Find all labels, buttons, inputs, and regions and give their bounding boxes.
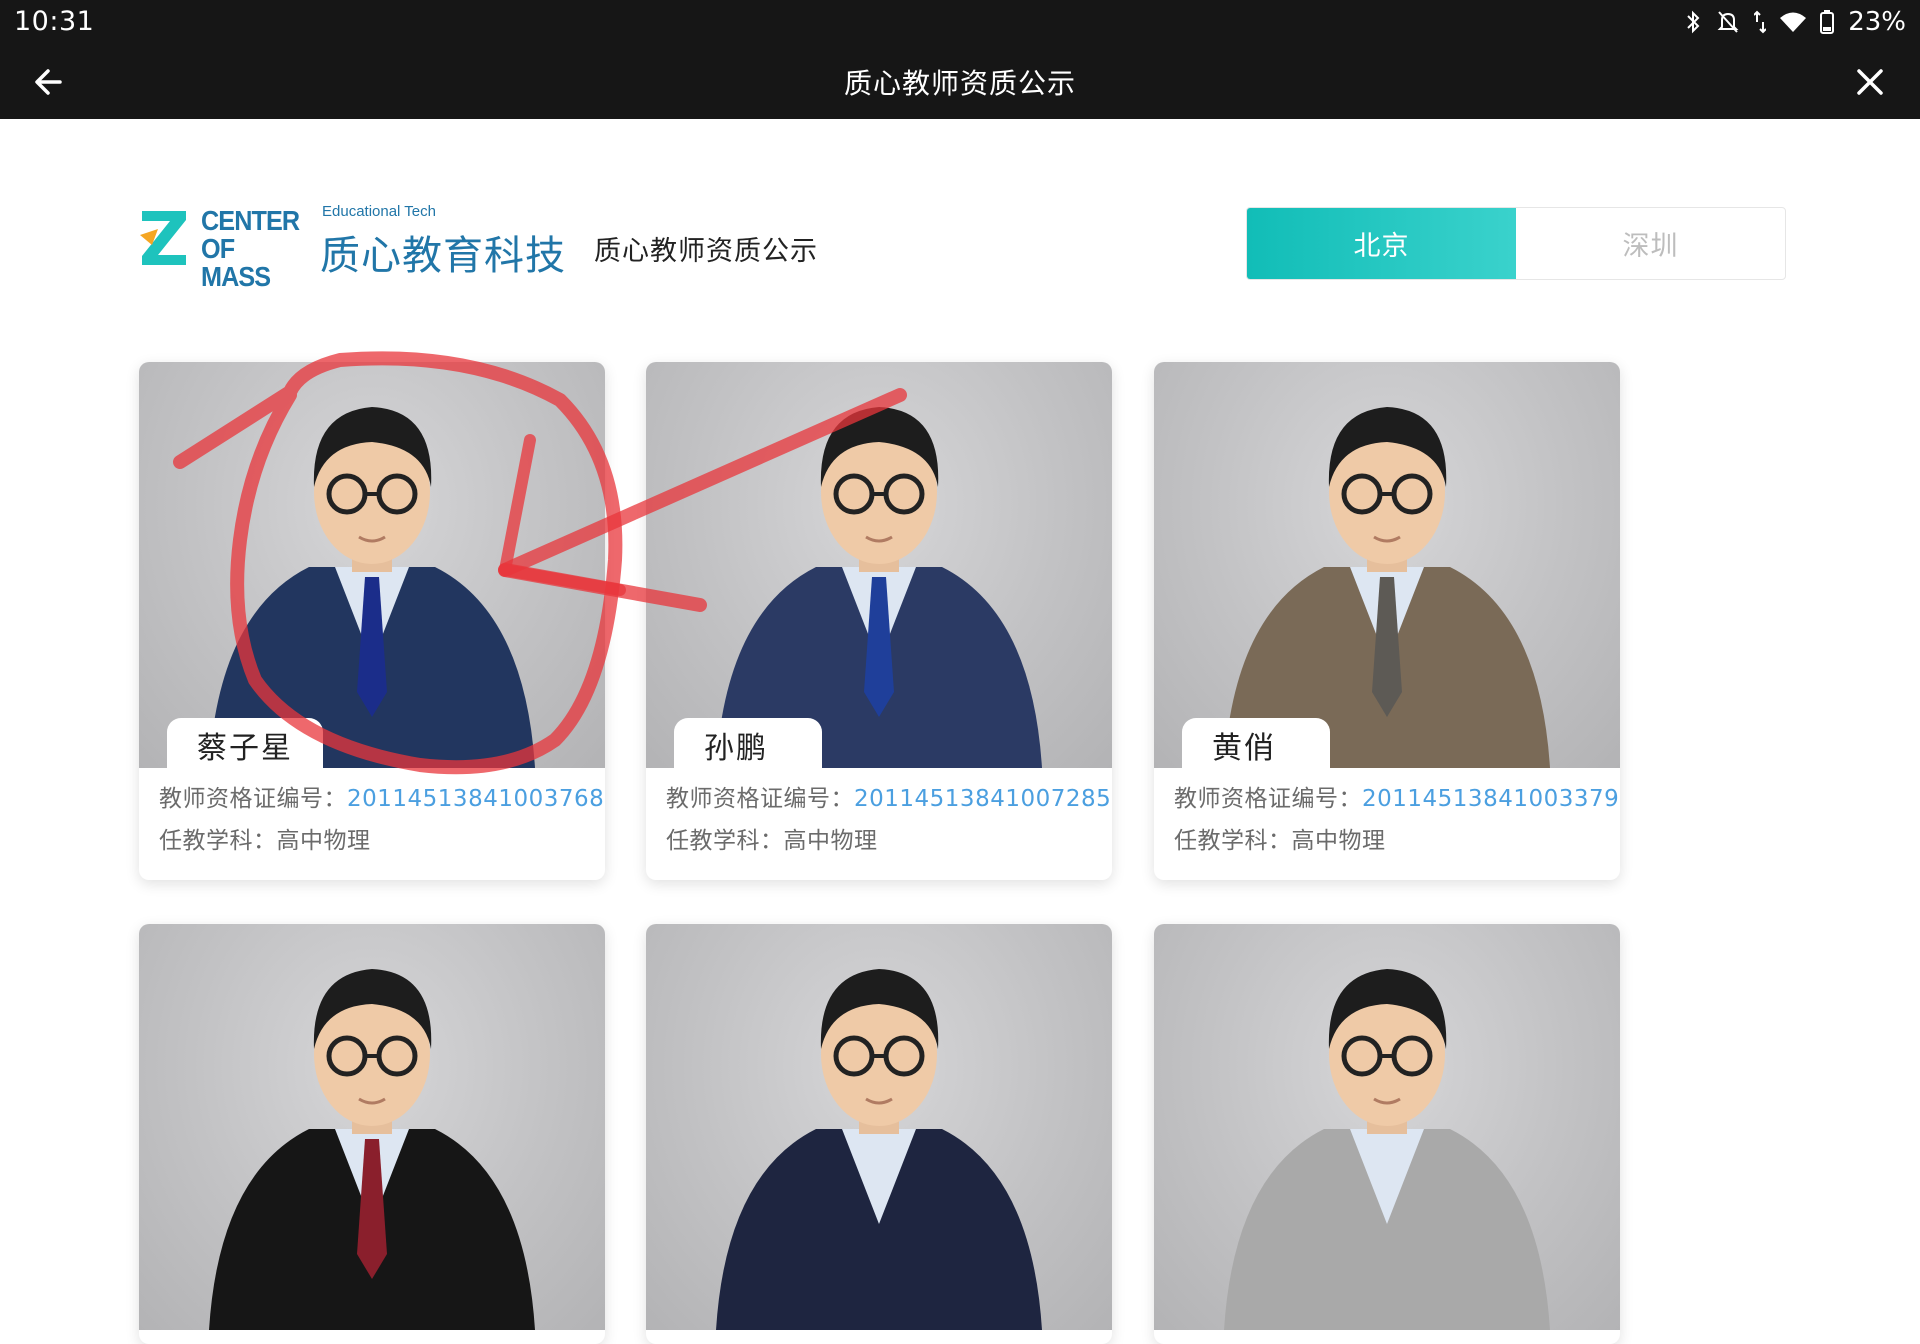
subject-value: 高中物理 <box>276 828 371 854</box>
cert-label: 教师资格证编号： <box>1174 786 1362 812</box>
teacher-photo <box>139 362 605 768</box>
subject-label: 任教学科： <box>1174 828 1292 854</box>
teacher-card[interactable] <box>1154 924 1620 1344</box>
portrait-illustration <box>209 407 535 768</box>
subject-line: 任教学科：高中物理 <box>159 820 595 862</box>
notifications-off-icon <box>1717 11 1739 33</box>
cert-label: 教师资格证编号： <box>666 786 854 812</box>
portrait-illustration <box>716 407 1042 768</box>
teacher-photo <box>1154 924 1620 1330</box>
teacher-card[interactable]: 黄俏 教师资格证编号：20114513841003379 任教学科：高中物理 <box>1154 362 1620 880</box>
teacher-name: 黄俏 <box>1182 718 1330 774</box>
subject-value: 高中物理 <box>1291 828 1386 854</box>
teacher-info: 教师资格证编号：20114513841003768 任教学科：高中物理 <box>159 778 604 862</box>
teacher-card[interactable] <box>646 924 1112 1344</box>
teacher-card[interactable]: 孙鹏 教师资格证编号：20114513841007285 任教学科：高中物理 <box>646 362 1112 880</box>
subject-label: 任教学科： <box>159 828 277 854</box>
teacher-photo <box>646 362 1112 768</box>
teacher-card[interactable]: 蔡子星 教师资格证编号：20114513841003768 任教学科：高中物理 <box>139 362 605 880</box>
subject-label: 任教学科： <box>666 828 784 854</box>
teacher-card[interactable] <box>139 924 605 1344</box>
teacher-info: 教师资格证编号：20114513841007285 任教学科：高中物理 <box>666 778 1111 862</box>
teacher-name: 蔡子星 <box>167 718 323 774</box>
status-time: 10:31 <box>14 6 95 37</box>
tab-shenzhen[interactable]: 深圳 <box>1516 208 1785 279</box>
status-icons: 23% <box>1684 6 1906 38</box>
portrait-illustration <box>1224 969 1550 1330</box>
data-arrows-icon <box>1754 10 1767 34</box>
logo-english-name: CENTER OF MASS <box>201 205 300 292</box>
close-icon[interactable] <box>1850 62 1890 102</box>
portrait-illustration <box>209 969 535 1330</box>
cert-number: 20114513841003379 <box>1362 786 1620 812</box>
city-tabs: 北京 深圳 <box>1246 207 1786 280</box>
company-logo: CENTER OF MASS Educational Tech 质心教育科技 <box>138 203 565 291</box>
cert-number: 20114513841003768 <box>347 786 605 812</box>
wifi-icon <box>1780 12 1807 32</box>
portrait-illustration <box>1224 407 1550 768</box>
subject-value: 高中物理 <box>783 828 878 854</box>
subject-line: 任教学科：高中物理 <box>1174 820 1610 862</box>
cert-label: 教师资格证编号： <box>159 786 347 812</box>
logo-chinese-name: 质心教育科技 <box>320 233 566 279</box>
bluetooth-icon <box>1687 10 1700 34</box>
status-bar: 10:31 23% <box>0 0 1920 44</box>
teacher-name: 孙鹏 <box>674 718 822 774</box>
portrait-illustration <box>716 969 1042 1330</box>
page-heading: 质心教师资质公示 <box>594 236 818 267</box>
cert-line: 教师资格证编号：20114513841003768 <box>159 778 604 820</box>
battery-icon <box>1820 10 1835 34</box>
tab-beijing[interactable]: 北京 <box>1247 208 1516 279</box>
cert-line: 教师资格证编号：20114513841003379 <box>1174 778 1619 820</box>
teacher-photo <box>646 924 1112 1330</box>
logo-tagline: Educational Tech <box>322 203 436 220</box>
cert-line: 教师资格证编号：20114513841007285 <box>666 778 1111 820</box>
battery-level: 23% <box>1848 7 1906 37</box>
z-logo-icon <box>140 211 186 265</box>
subject-line: 任教学科：高中物理 <box>666 820 1102 862</box>
teacher-info: 教师资格证编号：20114513841003379 任教学科：高中物理 <box>1174 778 1619 862</box>
teacher-photo <box>1154 362 1620 768</box>
teacher-photo <box>139 924 605 1330</box>
window-title: 质心教师资质公示 <box>843 67 1076 100</box>
title-bar: 质心教师资质公示 <box>0 44 1920 119</box>
cert-number: 20114513841007285 <box>854 786 1112 812</box>
